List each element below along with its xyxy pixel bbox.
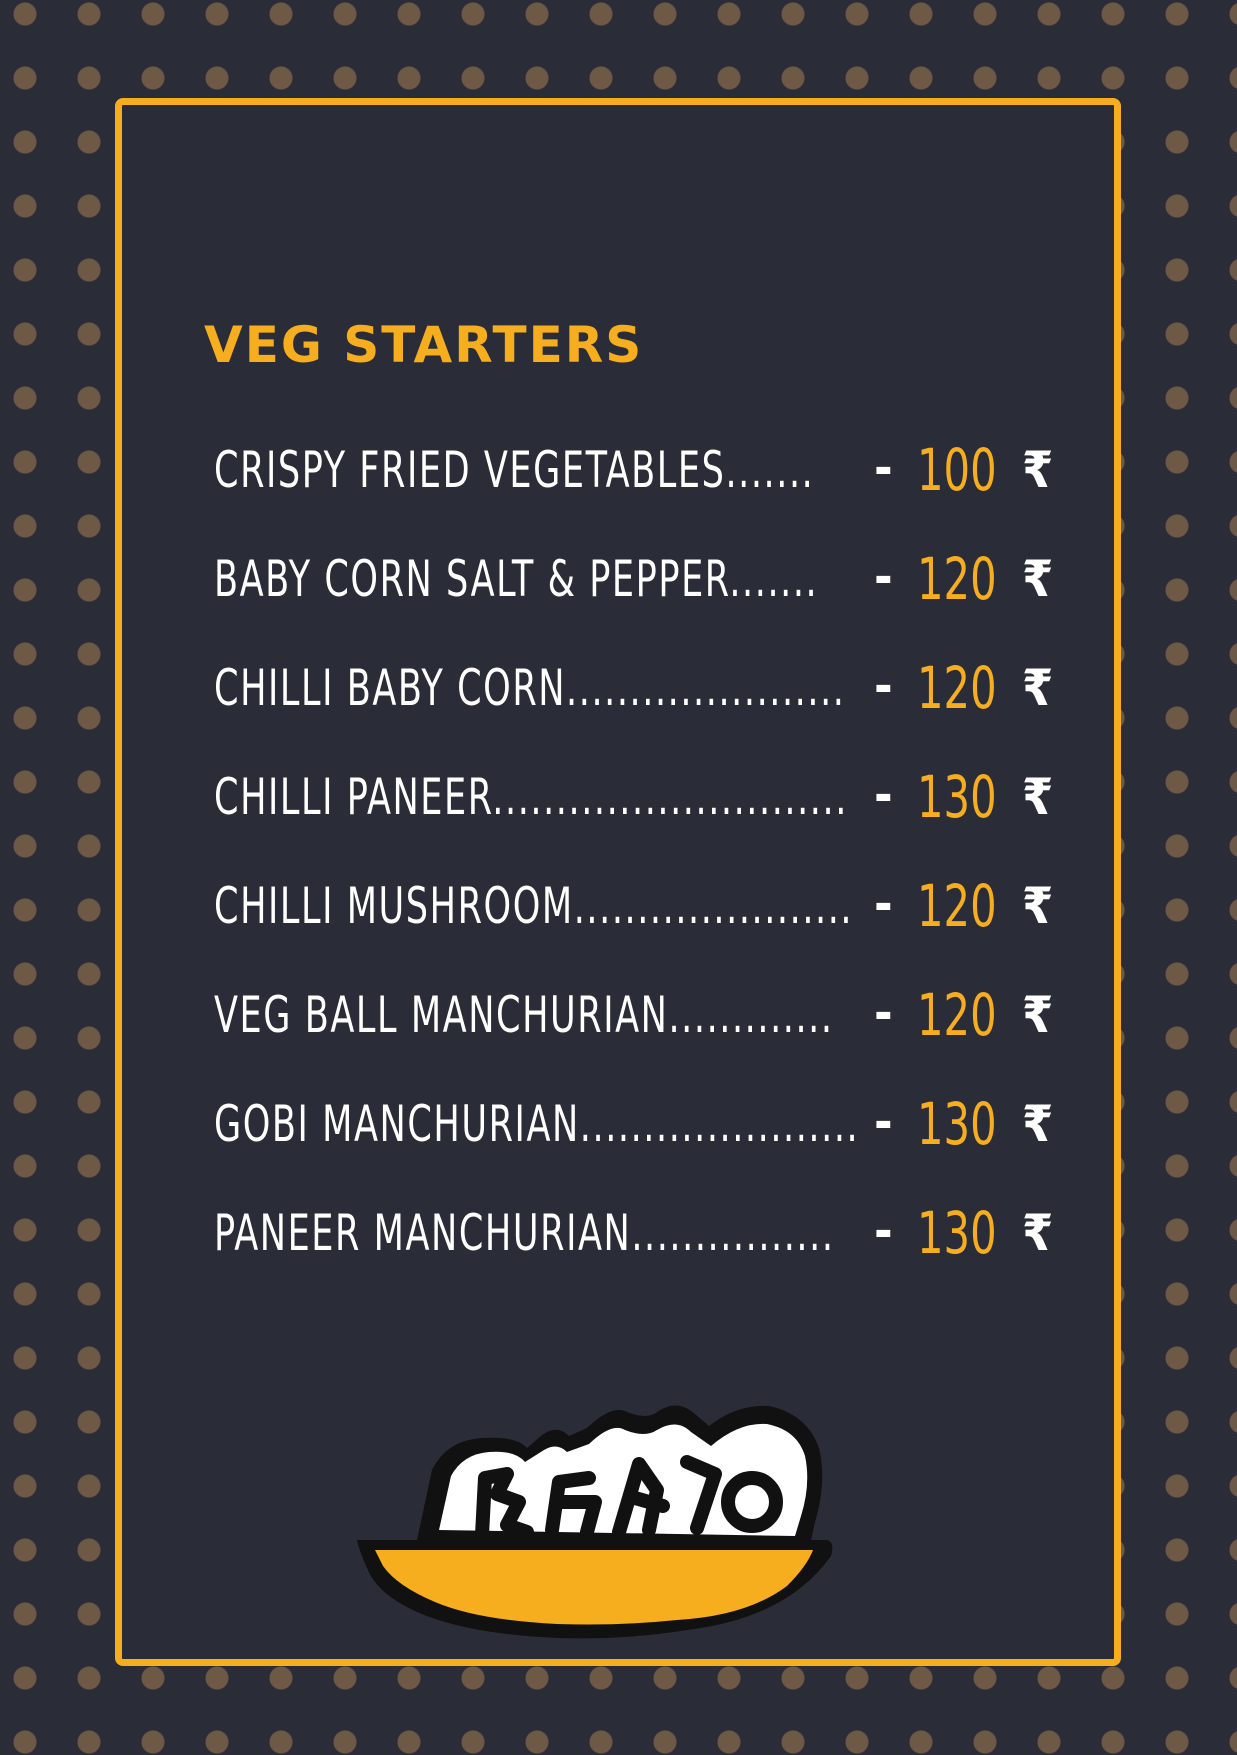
menu-item-price: 130 [917,763,997,831]
menu-item-dash: - [874,657,893,715]
menu-list: CRISPY FRIED VEGETABLES....... - 100 ₹ B… [214,435,1074,1307]
rupee-icon: ₹ [1022,877,1054,935]
menu-item-dash: - [874,1093,893,1151]
rupee-icon: ₹ [1022,768,1054,826]
menu-item-name: VEG BALL MANCHURIAN............. [214,986,834,1044]
menu-item-dash: - [874,766,893,824]
menu-item-price: 120 [917,981,997,1049]
menu-item: CHILLI MUSHROOM...................... - … [214,871,1074,980]
menu-item-dash: - [874,439,893,497]
menu-item-price: 120 [917,872,997,940]
menu-item: CHILLI BABY CORN...................... -… [214,653,1074,762]
rupee-icon: ₹ [1022,441,1054,499]
menu-item: CHILLI PANEER...........................… [214,762,1074,871]
menu-item-name: CHILLI MUSHROOM...................... [214,877,854,935]
rupee-icon: ₹ [1022,986,1054,1044]
menu-item: VEG BALL MANCHURIAN............. - 120 ₹ [214,980,1074,1089]
menu-item-dash: - [874,984,893,1042]
menu-item-dash: - [874,548,893,606]
menu-item-dash: - [874,1202,893,1260]
menu-title: VEG STARTERS [204,316,644,374]
menu-item-name: GOBI MANCHURIAN...................... [214,1095,860,1153]
menu-item: BABY CORN SALT & PEPPER....... - 120 ₹ [214,544,1074,653]
rupee-icon: ₹ [1022,550,1054,608]
menu-item-name: BABY CORN SALT & PEPPER....... [214,550,819,608]
menu-item-price: 100 [917,436,997,504]
menu-item: PANEER MANCHURIAN................ - 130 … [214,1198,1074,1307]
menu-item-price: 120 [917,545,997,613]
menu-panel: VEG STARTERS CRISPY FRIED VEGETABLES....… [115,98,1121,1666]
menu-item-name: CHILLI BABY CORN...................... [214,659,846,717]
rupee-icon: ₹ [1022,1095,1054,1153]
menu-item: GOBI MANCHURIAN...................... - … [214,1089,1074,1198]
rupee-icon: ₹ [1022,1204,1054,1262]
menu-item: CRISPY FRIED VEGETABLES....... - 100 ₹ [214,435,1074,544]
rupee-icon: ₹ [1022,659,1054,717]
menu-item-dash: - [874,875,893,933]
menu-item-name: CRISPY FRIED VEGETABLES....... [214,441,815,499]
menu-item-price: 120 [917,654,997,722]
bowl-logo-icon [357,1405,833,1639]
menu-item-name: CHILLI PANEER...........................… [214,768,848,826]
menu-item-price: 130 [917,1090,997,1158]
menu-item-price: 130 [917,1199,997,1267]
menu-item-name: PANEER MANCHURIAN................ [214,1204,835,1262]
